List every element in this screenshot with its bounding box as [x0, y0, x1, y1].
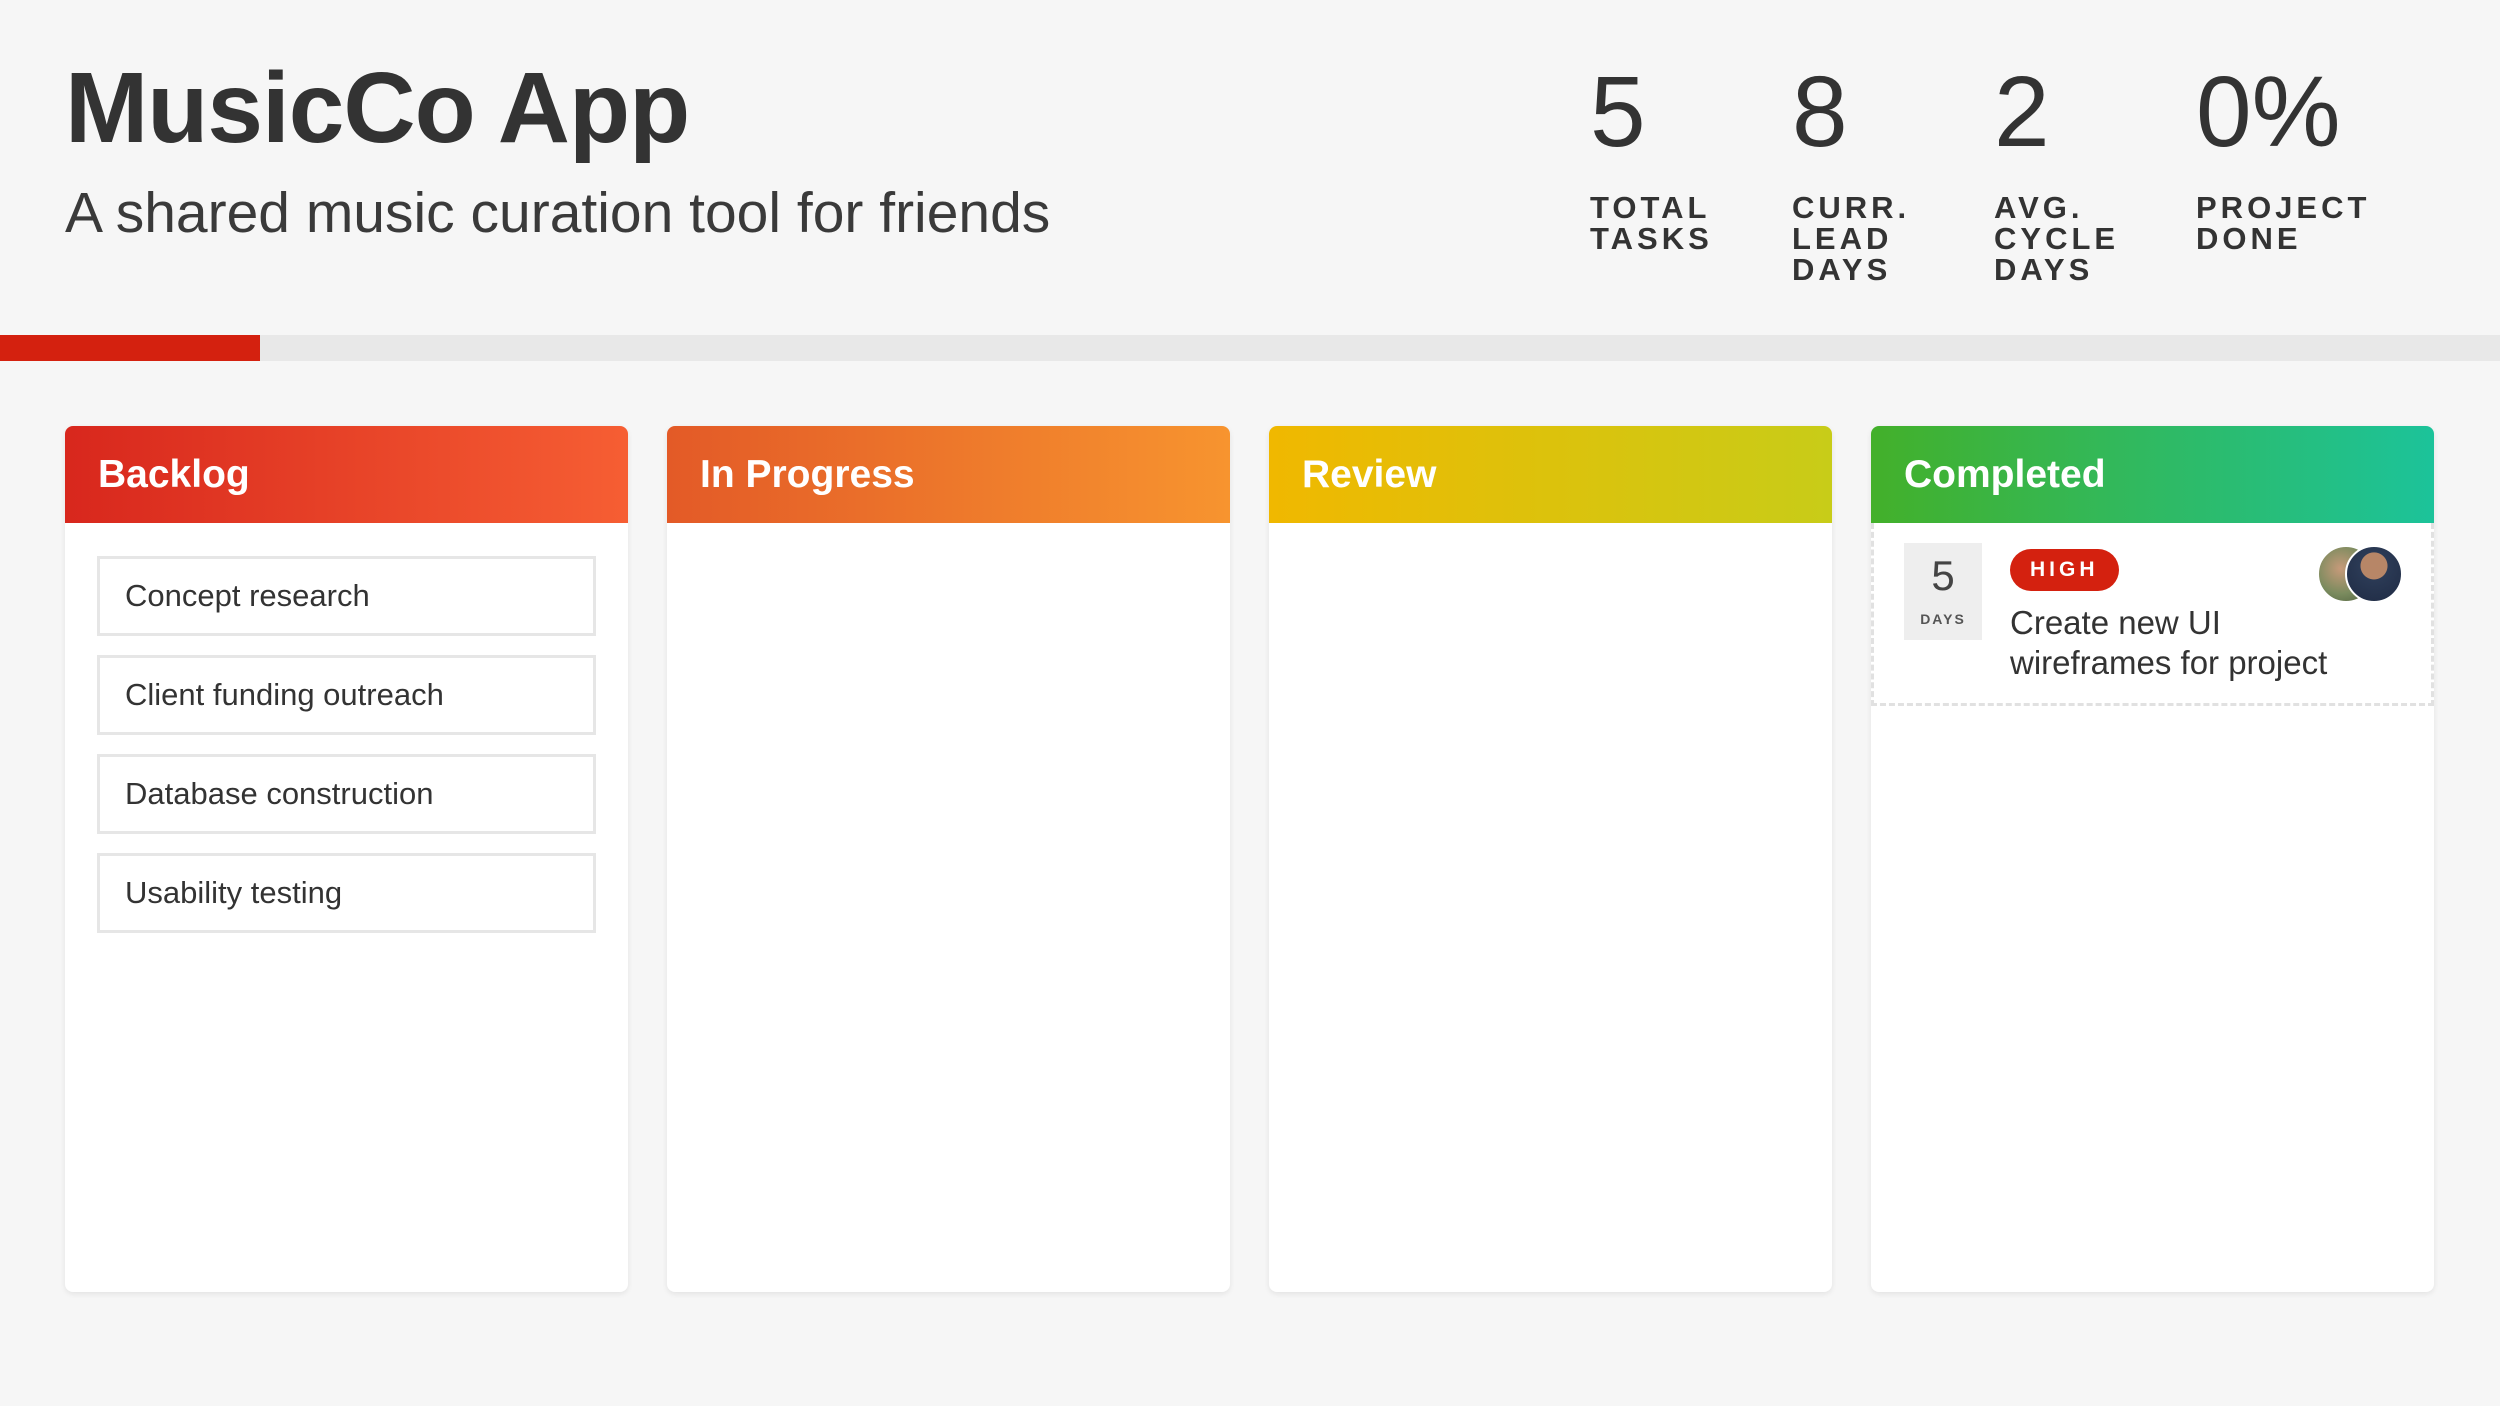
column-review: Review [1269, 426, 1832, 1292]
column-completed: Completed 5 DAYS HIGH Create new UI wire… [1871, 426, 2434, 1292]
stat-lead-days: 8 CURR. LEAD DAYS [1792, 62, 1994, 285]
project-progress-bar [0, 335, 2500, 361]
column-backlog: Backlog Concept research Client funding … [65, 426, 628, 1292]
stats-panel: 5 TOTAL TASKS 8 CURR. LEAD DAYS 2 AVG. C… [1590, 62, 2398, 285]
kanban-app: MusicCo App A shared music curation tool… [0, 0, 2500, 1406]
stat-value: 8 [1792, 56, 1848, 168]
task-days-label: DAYS [1920, 611, 1966, 627]
task-days-count: 5 [1931, 552, 1955, 599]
column-header-in-progress[interactable]: In Progress [667, 426, 1230, 523]
project-progress-fill [0, 335, 260, 361]
stat-value: 5 [1590, 56, 1646, 168]
stat-value: 2 [1994, 56, 2050, 168]
task-title: Create new UI wireframes for project [2010, 604, 2328, 681]
column-header-backlog[interactable]: Backlog [65, 426, 628, 523]
column-body-in-progress [667, 523, 1230, 589]
stat-label: TOTAL TASKS [1590, 190, 1713, 256]
stat-label: CURR. LEAD DAYS [1792, 190, 1911, 287]
stat-project-done: 0% PROJECT DONE [2196, 62, 2398, 285]
task-days-box: 5 DAYS [1904, 543, 1982, 640]
stat-label: PROJECT DONE [2196, 190, 2371, 256]
task-card-detailed[interactable]: 5 DAYS HIGH Create new UI wireframes for… [1871, 523, 2434, 706]
stat-total-tasks: 5 TOTAL TASKS [1590, 62, 1792, 285]
stat-label: AVG. CYCLE DAYS [1994, 190, 2120, 287]
task-card[interactable]: Concept research [97, 556, 596, 636]
column-body-backlog: Concept research Client funding outreach… [65, 523, 628, 985]
column-in-progress: In Progress [667, 426, 1230, 1292]
stat-cycle-days: 2 AVG. CYCLE DAYS [1994, 62, 2196, 285]
column-header-completed[interactable]: Completed [1871, 426, 2434, 523]
avatar-group-icon[interactable] [2317, 545, 2403, 607]
stat-value: 0% [2196, 56, 2341, 168]
page-title: MusicCo App [65, 52, 690, 164]
column-header-review[interactable]: Review [1269, 426, 1832, 523]
kanban-board: Backlog Concept research Client funding … [65, 426, 2434, 1292]
column-body-review [1269, 523, 1832, 589]
page-subtitle: A shared music curation tool for friends [65, 181, 1051, 245]
avatar [2345, 545, 2403, 603]
priority-badge: HIGH [2010, 549, 2119, 591]
task-card[interactable]: Database construction [97, 754, 596, 834]
task-card[interactable]: Client funding outreach [97, 655, 596, 735]
task-card[interactable]: Usability testing [97, 853, 596, 933]
